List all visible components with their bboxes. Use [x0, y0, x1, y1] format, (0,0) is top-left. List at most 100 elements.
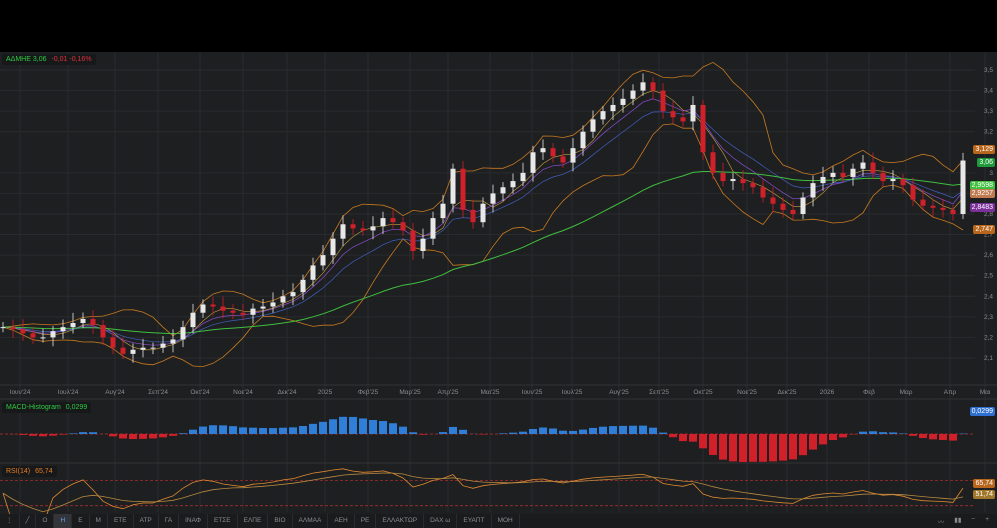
toolbar-item[interactable]: ΑΤΡ	[134, 514, 159, 528]
price-badge: 3,06	[977, 158, 995, 167]
toolbar-item[interactable]: Ε	[72, 514, 90, 528]
macd-bar	[499, 433, 507, 434]
candle-body	[710, 152, 716, 173]
y-tick-label: 2,1	[984, 355, 993, 362]
candle-body	[720, 172, 726, 182]
candle-body	[30, 333, 36, 338]
candle-body	[180, 327, 186, 340]
macd-bar	[629, 425, 637, 434]
macd-bar	[749, 434, 757, 462]
macd-bar	[759, 434, 767, 462]
macd-bar	[29, 434, 37, 436]
plus-icon[interactable]: +	[985, 516, 989, 526]
bar-chart-icon[interactable]: ▮▮	[954, 516, 961, 526]
candle-body	[880, 172, 886, 182]
macd-bar	[169, 434, 177, 436]
candle-body	[300, 279, 306, 293]
candle-body	[170, 339, 176, 344]
toolbar-item[interactable]: ΜΟΗ	[492, 514, 520, 528]
y-tick-label: 2,2	[984, 334, 993, 341]
menu-icon[interactable]: ⋮	[0, 514, 20, 528]
toolbar-item[interactable]: Μ	[90, 514, 108, 528]
macd-bar	[599, 426, 607, 434]
toolbar-item[interactable]: Η	[54, 514, 73, 528]
toolbar-item[interactable]: ΙΝΑΦ	[179, 514, 208, 528]
x-tick-label: 2025	[318, 389, 333, 396]
candle-body	[330, 238, 336, 256]
y-tick-label: 3,4	[984, 88, 993, 95]
price-chart[interactable]: Ιουν'24 Ιουλ'24 Αυγ'24 Σεπ'24 Οκτ'24 Νοε'24 Δε…	[0, 0, 997, 514]
toolbar-item[interactable]: DAX ω	[424, 514, 458, 528]
candle-body	[210, 304, 216, 307]
macd-bar	[809, 434, 817, 450]
macd-bar	[589, 427, 597, 434]
candle-body	[430, 218, 436, 239]
toolbar-item[interactable]: ΑΕΗ	[328, 514, 355, 528]
candle-body	[550, 148, 556, 157]
macd-bar	[49, 434, 57, 436]
candle-body	[750, 183, 756, 188]
candle-body	[520, 172, 526, 182]
candle-body	[10, 327, 16, 330]
candle-body	[920, 199, 926, 206]
macd-bar	[129, 434, 137, 440]
line-chart-icon[interactable]: 〰	[938, 516, 945, 526]
toolbar-item[interactable]: ΡΕ	[355, 514, 377, 528]
x-tick-label: Αυγ'24	[105, 389, 125, 396]
toolbar-item[interactable]: ΕΥΑΠΤ	[457, 514, 492, 528]
macd-bar	[239, 427, 247, 434]
macd-bar	[289, 427, 297, 434]
candle-body	[130, 349, 136, 354]
macd-bar	[459, 429, 467, 434]
toolbar-item[interactable]: ΑΛΜΑΑ	[293, 514, 329, 528]
macd-bar	[299, 426, 307, 434]
macd-bar	[79, 432, 87, 434]
candle-body	[390, 218, 396, 223]
x-tick-label: Σεπ'24	[148, 389, 168, 396]
candle-body	[840, 172, 846, 177]
candle-body	[730, 179, 736, 182]
macd-bar	[179, 433, 187, 434]
toolbar-item[interactable]: Ο	[36, 514, 55, 528]
macd-bar	[449, 426, 457, 434]
candle-body	[90, 318, 96, 326]
candle-body	[490, 193, 496, 204]
x-tick-label: Μαι'25	[480, 389, 499, 396]
macd-bar	[69, 433, 77, 434]
toolbar-item[interactable]: ΕΤΕ	[108, 514, 134, 528]
toolbar-item[interactable]: ΕΤΣΕ	[208, 514, 238, 528]
price-change-pct: -0,16%	[69, 56, 92, 63]
x-tick-label: Οκτ'25	[693, 389, 713, 396]
candle-body	[380, 218, 386, 227]
macd-bar	[349, 416, 357, 434]
candle-body	[740, 179, 746, 184]
y-tick-label: 3,5	[984, 67, 993, 74]
toolbar-item[interactable]: ΕΛΛΑΚΤΩΡ	[376, 514, 425, 528]
toolbar-item[interactable]: ΒΙΟ	[268, 514, 293, 528]
candle-body	[60, 327, 66, 332]
toolbar-item[interactable]: ΕΛΠΕ	[238, 514, 269, 528]
price-change: -0,01	[51, 56, 68, 63]
candle-body	[80, 318, 86, 324]
macd-bar	[889, 432, 897, 434]
candle-body	[70, 323, 76, 328]
toolbar-item[interactable]: ΓΑ	[159, 514, 180, 528]
candle-body	[680, 117, 686, 122]
macd-bar	[769, 434, 777, 462]
candle-body	[410, 230, 416, 252]
candle-body	[50, 331, 56, 338]
minus-icon[interactable]: −	[971, 516, 975, 526]
macd-bar	[149, 434, 157, 439]
x-tick-label: Μαι	[980, 389, 991, 396]
candle-body	[760, 187, 766, 198]
rsi-value: 65,74	[35, 468, 53, 475]
candle-body	[870, 162, 876, 173]
y-tick-label: 2,5	[984, 273, 993, 280]
candle-body	[200, 304, 206, 313]
draw-line-icon[interactable]: ╱	[20, 514, 37, 528]
candle-body	[890, 179, 896, 182]
x-tick-label: Νοε'25	[737, 389, 757, 396]
macd-bar	[389, 423, 397, 434]
macd-bar	[419, 434, 427, 435]
candle-body	[190, 312, 196, 328]
